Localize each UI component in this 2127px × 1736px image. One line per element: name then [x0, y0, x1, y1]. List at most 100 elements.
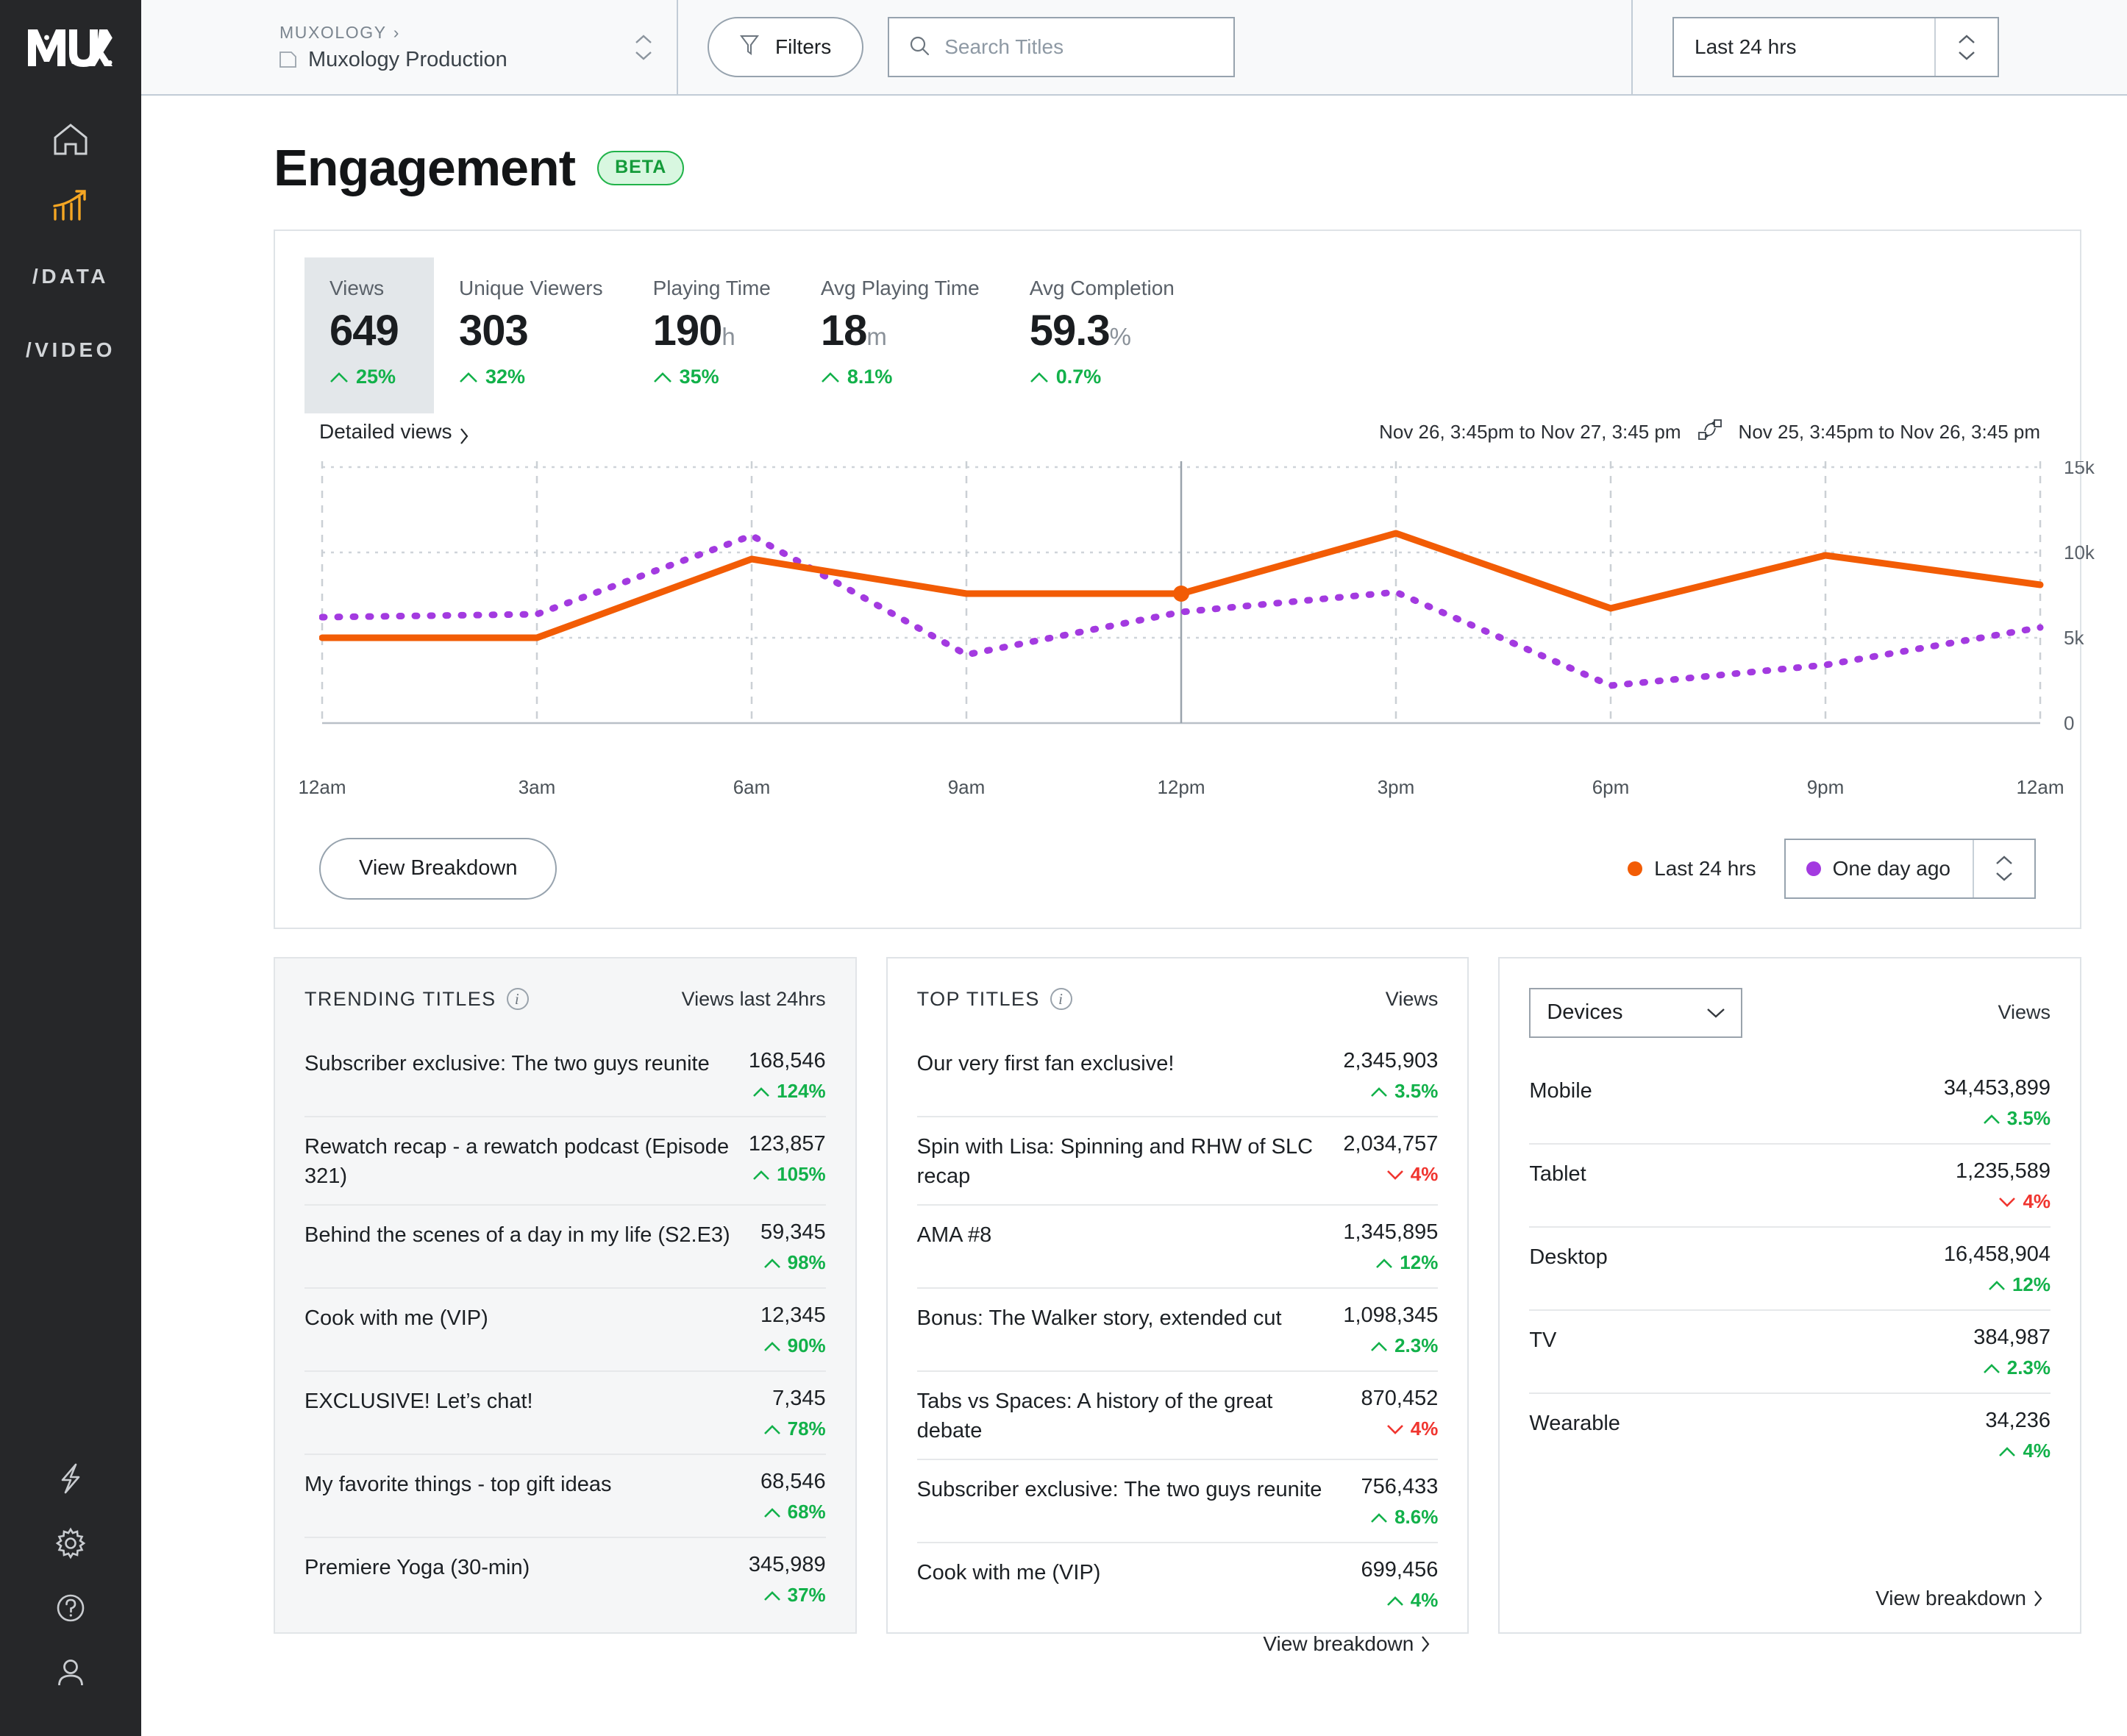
kpi-views[interactable]: Views 649 25%	[304, 257, 434, 413]
table-row[interactable]: Subscriber exclusive: The two guys reuni…	[304, 1034, 826, 1116]
breadcrumb-org[interactable]: MUXOLOGY	[279, 23, 387, 43]
table-row[interactable]: Cook with me (VIP) 699,456 4%	[916, 1541, 1439, 1625]
sidebar-item-settings[interactable]	[0, 1512, 141, 1577]
kpi-avg-completion[interactable]: Avg Completion 59.3% 0.7%	[1005, 257, 1200, 413]
table-row[interactable]: Spin with Lisa: Spinning and RHW of SLC …	[916, 1115, 1439, 1204]
environment-switcher[interactable]: MUXOLOGY › Muxology Production	[141, 0, 678, 94]
detailed-views-link[interactable]: Detailed views	[319, 420, 477, 445]
time-range-select[interactable]: Last 24 hrs	[1672, 17, 1999, 77]
arrow-up-icon	[1983, 1107, 2000, 1130]
time-range-stepper-icon[interactable]	[1934, 18, 1998, 76]
table-row[interactable]: Tablet 1,235,589 4%	[1529, 1142, 2051, 1226]
view-breakdown-button[interactable]: View Breakdown	[319, 837, 557, 900]
table-row[interactable]: Behind the scenes of a day in my life (S…	[304, 1203, 826, 1287]
row-delta: 105%	[749, 1163, 826, 1186]
kpi-delta-value: 0.7%	[1055, 365, 1102, 388]
sidebar-item-video[interactable]: /VIDEO	[0, 313, 141, 387]
row-delta-value: 78%	[787, 1417, 826, 1440]
kpi-value: 59.3%	[1030, 308, 1175, 354]
row-metrics: 2,345,903 3.5%	[1343, 1049, 1438, 1103]
arrow-up-icon	[329, 366, 349, 388]
row-delta-value: 12%	[1400, 1251, 1439, 1273]
row-title: Premiere Yoga (30-min)	[304, 1555, 530, 1579]
environment-name: Muxology Production	[308, 47, 507, 71]
table-row[interactable]: TV 384,987 2.3%	[1529, 1309, 2051, 1392]
table-row[interactable]: Our very first fan exclusive! 2,345,903 …	[917, 1034, 1439, 1116]
sidebar-item-help[interactable]	[0, 1577, 141, 1642]
mux-logo[interactable]	[26, 25, 115, 71]
table-row[interactable]: Tabs vs Spaces: A history of the great d…	[916, 1370, 1439, 1459]
top-titles-header: TOP TITLES i Views	[917, 988, 1438, 1034]
table-row[interactable]: Rewatch recap - a rewatch podcast (Episo…	[304, 1115, 826, 1204]
row-metrics: 12,345 90%	[760, 1303, 826, 1357]
sidebar-item-home[interactable]	[0, 107, 141, 174]
compare-period-select[interactable]: One day ago	[1784, 838, 2036, 899]
table-row[interactable]: Wearable 34,236 4%	[1529, 1392, 2051, 1476]
row-metrics: 123,857 105%	[749, 1132, 826, 1186]
xtick: 9am	[947, 775, 986, 798]
devices-dimension-select[interactable]: Devices	[1529, 987, 1743, 1038]
engagement-line-chart[interactable]: 15k 10k 5k 0	[319, 460, 2095, 770]
kpi-label: Views	[329, 277, 385, 299]
table-row[interactable]: EXCLUSIVE! Let’s chat! 7,345 78%	[304, 1370, 826, 1454]
chart-legend: Last 24 hrs One day ago	[1608, 838, 2036, 899]
table-row[interactable]: My favorite things - top gift ideas 68,5…	[304, 1453, 826, 1537]
kpi-label: Avg Playing Time	[820, 277, 980, 299]
compare-swap-icon[interactable]	[1697, 418, 1722, 447]
chevron-right-icon	[459, 427, 477, 445]
page-header: Engagement BETA	[274, 96, 2081, 230]
row-value: 12,345	[760, 1303, 826, 1327]
compare-period-stepper-icon[interactable]	[1973, 839, 2034, 897]
row-delta-value: 4%	[2023, 1189, 2051, 1212]
top-bar: MUXOLOGY › Muxology Production Filters S…	[141, 0, 2127, 96]
kpi-delta: 8.1%	[821, 366, 980, 388]
table-row[interactable]: Cook with me (VIP) 12,345 90%	[304, 1287, 826, 1370]
row-metrics: 68,546 68%	[760, 1470, 826, 1523]
sidebar-item-account[interactable]	[0, 1642, 141, 1707]
kpi-value: 18m	[820, 307, 980, 355]
row-title: Mobile	[1529, 1078, 1592, 1103]
table-row[interactable]: Premiere Yoga (30-min) 345,989 37%	[304, 1536, 826, 1620]
filters-button[interactable]: Filters	[708, 17, 864, 77]
table-row[interactable]: Desktop 16,458,904 12%	[1529, 1225, 2051, 1309]
sidebar-item-analytics[interactable]	[0, 174, 141, 240]
sidebar-item-data[interactable]: /DATA	[0, 240, 141, 313]
chart-y-axis: 15k 10k 5k 0	[2064, 461, 2095, 734]
arrow-up-icon	[1386, 1589, 1404, 1612]
kpi-unique-viewers[interactable]: Unique Viewers 303 32%	[434, 257, 628, 413]
chevron-right-icon	[2033, 1590, 2051, 1607]
info-icon[interactable]: i	[1050, 988, 1072, 1011]
search-input[interactable]: Search Titles	[888, 17, 1236, 77]
arrow-down-icon	[1998, 1190, 2016, 1213]
kpi-playing-time[interactable]: Playing Time 190h 35%	[628, 257, 796, 413]
table-row[interactable]: AMA #8 1,345,895 12%	[916, 1203, 1439, 1287]
kpi-delta: 35%	[653, 366, 771, 388]
panels-row: TRENDING TITLES i Views last 24hrs Subsc…	[274, 956, 2082, 1655]
row-metrics: 34,453,899 3.5%	[1944, 1076, 2051, 1130]
row-title: Tabs vs Spaces: A history of the great d…	[916, 1389, 1273, 1442]
kpi-value: 303	[459, 308, 603, 354]
table-row[interactable]: Subscriber exclusive: The two guys reuni…	[916, 1458, 1439, 1542]
environment-stepper-icon[interactable]	[631, 34, 656, 61]
kpi-unit: m	[866, 323, 886, 350]
row-metrics: 1,098,345 2.3%	[1343, 1303, 1438, 1357]
row-value: 756,433	[1361, 1474, 1439, 1498]
kpi-avg-playing-time[interactable]: Avg Playing Time 18m 8.1%	[796, 257, 1005, 413]
top-titles-panel: TOP TITLES i Views Our very first fan ex…	[886, 956, 1469, 1655]
arrow-up-icon	[763, 1584, 781, 1607]
row-delta-value: 4%	[1410, 1162, 1439, 1185]
table-row[interactable]: Bonus: The Walker story, extended cut 1,…	[916, 1287, 1439, 1370]
page-content: Engagement BETA Views 649 25% Unique Vie…	[141, 96, 2127, 1736]
xtick: 12am	[2016, 775, 2064, 798]
sidebar-nav-bottom	[0, 1448, 141, 1707]
sidebar-item-bolt[interactable]	[0, 1448, 141, 1512]
view-breakdown-link[interactable]: View breakdown	[1263, 1632, 1438, 1656]
row-delta: 4%	[1343, 1163, 1438, 1186]
top-titles-footer: View breakdown	[917, 1625, 1439, 1656]
table-row[interactable]: Mobile 34,453,899 3.5%	[1529, 1061, 2051, 1143]
view-breakdown-link[interactable]: View breakdown	[1875, 1587, 2051, 1610]
kpi-number: 18	[820, 307, 868, 355]
info-icon[interactable]: i	[506, 988, 529, 1011]
row-delta-value: 124%	[777, 1079, 826, 1102]
row-delta: 4%	[1985, 1440, 2051, 1462]
